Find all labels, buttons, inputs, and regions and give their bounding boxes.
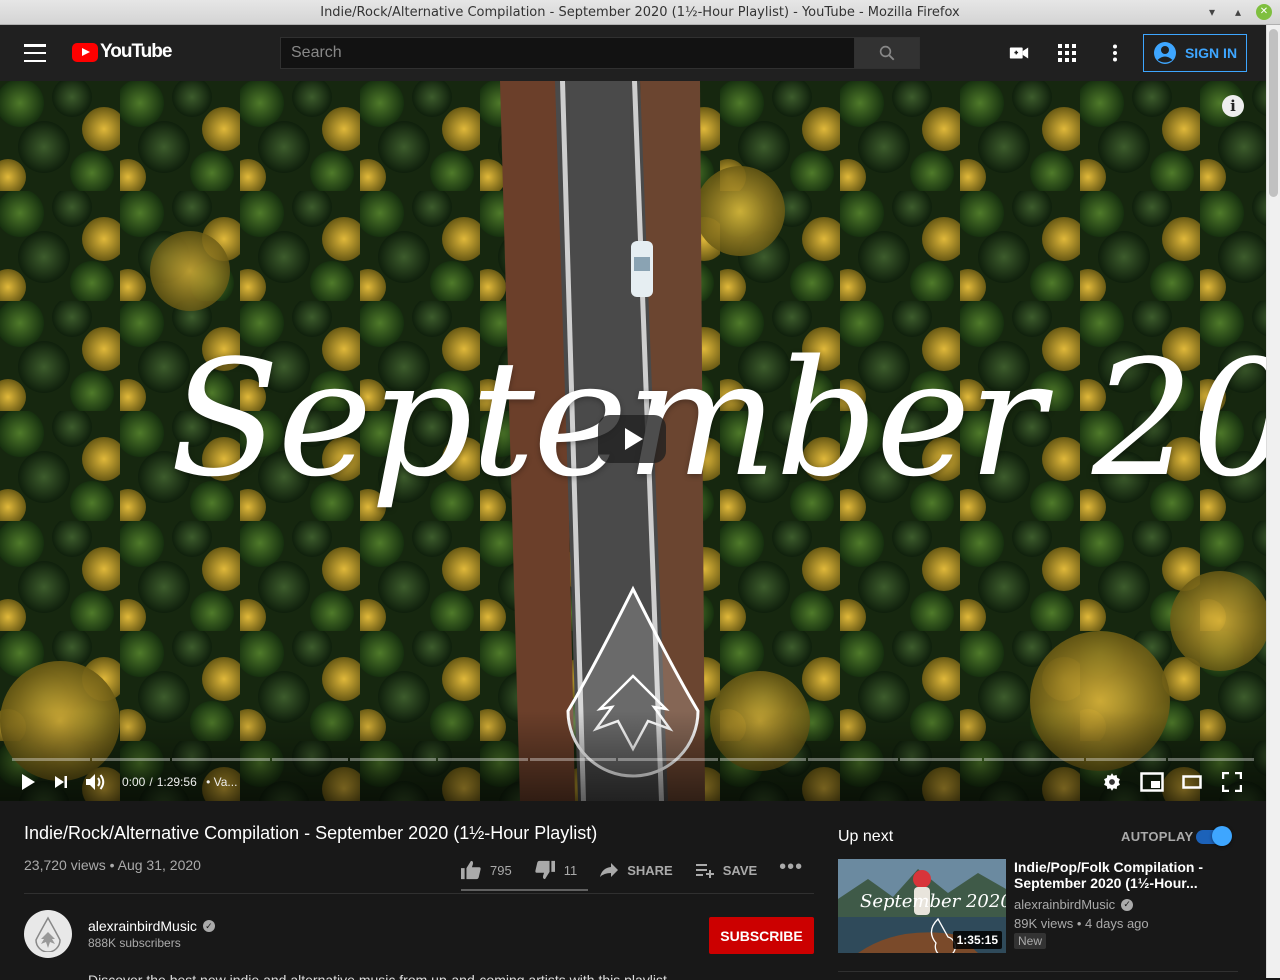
info-icon[interactable]: i xyxy=(1222,95,1244,117)
up-next-channel-name: alexrainbirdMusic xyxy=(1014,897,1116,912)
volume-icon[interactable] xyxy=(82,769,110,795)
window-titlebar: Indie/Rock/Alternative Compilation - Sep… xyxy=(0,0,1280,25)
menu-icon[interactable] xyxy=(24,44,46,62)
save-button[interactable]: SAVE xyxy=(695,862,757,878)
channel-name[interactable]: alexrainbirdMusic ✓ xyxy=(88,918,215,934)
dislike-count: 11 xyxy=(563,862,578,878)
subscribe-button[interactable]: SUBSCRIBE xyxy=(709,917,814,954)
theater-mode-icon[interactable] xyxy=(1178,769,1206,795)
settings-gear-icon[interactable] xyxy=(1098,769,1126,795)
thumbnail-overlay-text: September 2020 xyxy=(860,891,1006,912)
watch-content: Indie/Rock/Alternative Compilation - Sep… xyxy=(0,801,1266,980)
up-next-channel: alexrainbirdMusic ✓ xyxy=(1014,897,1134,912)
dislike-button[interactable]: 11 xyxy=(534,860,578,880)
share-label: SHARE xyxy=(627,862,673,878)
like-ratio-bar xyxy=(461,889,588,891)
share-button[interactable]: SHARE xyxy=(599,862,673,878)
title-overlay: September 2020 xyxy=(170,325,1266,512)
more-actions-button[interactable]: ••• xyxy=(779,856,803,879)
like-button[interactable]: 795 xyxy=(460,860,512,880)
description-text: Discover the best new indie and alternat… xyxy=(88,972,671,980)
share-icon xyxy=(600,863,619,877)
verified-check-icon: ✓ xyxy=(1121,898,1134,911)
window-title: Indie/Rock/Alternative Compilation - Sep… xyxy=(320,4,960,20)
large-play-button[interactable] xyxy=(598,415,666,463)
total-duration: 1:29:56 xyxy=(156,775,197,789)
scrollbar-thumb[interactable] xyxy=(1269,29,1278,197)
video-title: Indie/Rock/Alternative Compilation - Sep… xyxy=(24,823,598,843)
channel-name-text: alexrainbirdMusic xyxy=(88,918,197,934)
verified-check-icon: ✓ xyxy=(202,920,215,932)
search-button[interactable] xyxy=(855,37,920,69)
next-icon[interactable] xyxy=(47,769,75,795)
up-next-thumbnail[interactable]: September 2020 1:35:15 xyxy=(838,859,1006,953)
time-separator: / xyxy=(149,775,153,789)
current-time: 0:00 xyxy=(122,775,146,789)
channel-logo-icon xyxy=(35,916,61,952)
progress-bar[interactable] xyxy=(12,758,1254,762)
up-next-label: Up next xyxy=(838,828,894,845)
sign-in-label: SIGN IN xyxy=(1184,45,1238,61)
create-video-icon[interactable] xyxy=(1007,41,1031,65)
toggle-knob xyxy=(1212,826,1232,846)
divider xyxy=(838,971,1238,972)
video-duration: 1:35:15 xyxy=(952,931,1002,949)
autoplay-toggle[interactable] xyxy=(1196,826,1232,846)
window-controls: ▾ ▴ ✕ xyxy=(1204,4,1272,20)
channel-avatar[interactable] xyxy=(24,910,72,958)
video-meta: 23,720 views • Aug 31, 2020 xyxy=(24,857,201,873)
masthead: YouTube SIGN IN xyxy=(0,25,1266,81)
playlist-add-icon xyxy=(695,864,714,878)
save-label: SAVE xyxy=(722,862,758,878)
up-next-meta: 89K views • 4 days ago xyxy=(1014,916,1149,931)
search-input[interactable] xyxy=(280,37,855,69)
play-icon[interactable] xyxy=(14,769,42,795)
minimize-button[interactable]: ▾ xyxy=(1204,4,1220,20)
sign-in-button[interactable]: SIGN IN xyxy=(1143,34,1247,72)
new-badge: New xyxy=(1014,933,1047,949)
up-next-title[interactable]: Indie/Pop/Folk Compilation - September 2… xyxy=(1014,859,1229,891)
video-actions: 795 11 SHARE SAVE ••• xyxy=(460,855,803,885)
search-icon xyxy=(879,45,895,61)
more-options-icon[interactable] xyxy=(1103,41,1127,65)
apps-grid-icon[interactable] xyxy=(1055,41,1079,65)
thumbs-up-icon xyxy=(461,860,481,880)
video-player[interactable]: September 2020 i 0:00/1:29:56 • Va... xyxy=(0,81,1266,801)
fullscreen-icon[interactable] xyxy=(1218,769,1246,795)
like-count: 795 xyxy=(490,862,512,878)
subscriber-count: 888K subscribers xyxy=(88,936,181,950)
chapter-hint[interactable]: • Va... xyxy=(206,775,237,789)
search-box xyxy=(280,37,920,69)
youtube-logo[interactable]: YouTube xyxy=(72,41,172,63)
account-icon xyxy=(1153,42,1176,64)
maximize-button[interactable]: ▴ xyxy=(1230,4,1246,20)
logo-text: YouTube xyxy=(100,41,172,62)
autoplay-label: AUTOPLAY xyxy=(1121,829,1194,844)
player-controls: 0:00/1:29:56 • Va... xyxy=(0,763,1266,801)
time-display: 0:00/1:29:56 • Va... xyxy=(122,775,237,789)
close-button[interactable]: ✕ xyxy=(1256,4,1272,20)
divider xyxy=(24,893,814,894)
youtube-play-icon xyxy=(72,42,98,62)
miniplayer-icon[interactable] xyxy=(1138,769,1166,795)
thumbs-down-icon xyxy=(535,860,555,880)
page-scrollbar[interactable] xyxy=(1266,25,1280,978)
